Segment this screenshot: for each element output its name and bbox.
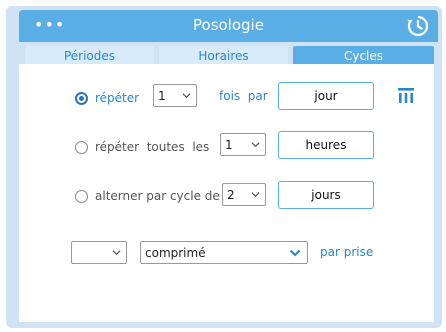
option-repeter-label: répéter [95,91,140,105]
dose-quantity-select[interactable] [71,241,127,264]
cycle-unit-button[interactable]: jours [278,181,374,209]
repeat-count-select[interactable]: 1 [153,84,197,107]
sliders-icon[interactable] [396,85,416,105]
interval-unit-button[interactable]: heures [278,131,374,159]
cycle-length-select[interactable]: 2 [222,183,266,206]
chevron-down-icon [251,192,260,198]
radio-alterner[interactable] [75,189,88,203]
radio-toutes-les[interactable] [75,140,88,154]
dose-form-select[interactable]: comprimé [140,241,308,264]
option-alterner-row[interactable]: alterner par cycle de [75,189,220,203]
repeat-count-value: 1 [158,88,166,103]
radio-repeter[interactable] [75,91,88,105]
chevron-down-icon [182,93,191,99]
par-prise-label: par prise [320,245,374,259]
interval-value: 1 [225,137,233,152]
frequency-unit-button[interactable]: jour [278,82,374,110]
cycle-length-value: 2 [227,187,235,202]
option-alterner-label: alterner par cycle de [95,189,220,203]
title-bar: ••• Posologie [19,10,438,42]
tab-cycles[interactable]: Cycles [293,46,434,66]
fois-par-label: fois par [219,89,268,103]
option-repeter-row[interactable]: répéter [75,91,139,105]
dose-form-value: comprimé [145,245,206,260]
cycles-panel: répéter 1 fois par jour répéter toutes l… [19,64,434,322]
chevron-down-icon [251,142,260,148]
tab-horaires[interactable]: Horaires [159,46,288,66]
tab-periodes[interactable]: Périodes [25,46,154,66]
interval-select[interactable]: 1 [220,133,266,156]
history-icon[interactable] [406,14,430,38]
window-title: Posologie [193,16,264,34]
chevron-down-icon [289,249,301,257]
chevron-down-icon [112,250,121,256]
option-toutes-label: répéter toutes les [95,140,210,154]
option-toutes-row[interactable]: répéter toutes les [75,140,209,154]
